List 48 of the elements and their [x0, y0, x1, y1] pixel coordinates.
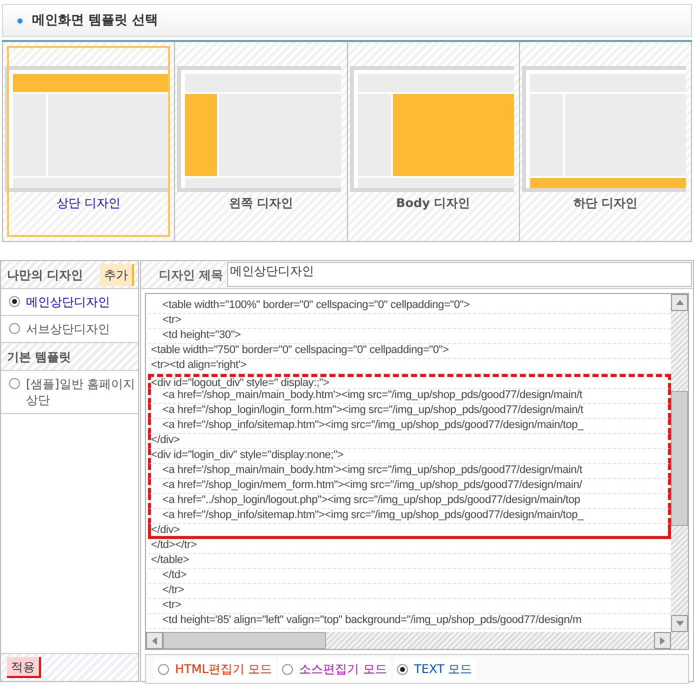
code-line: <table width="750" border="0" cellspacing="0" cellpadding="0"> — [148, 344, 671, 359]
apply-button[interactable]: 적용 — [7, 657, 41, 678]
radio-button[interactable] — [9, 296, 20, 307]
code-line: <td height='85' align="left" valign="top" background="/img_up/shop_pds/good77/design/m — [148, 614, 671, 629]
design-title-label: 디자인 제목 — [141, 261, 226, 288]
template-label[interactable]: 하단 디자인 — [573, 196, 638, 210]
code-line: </div> — [148, 524, 671, 539]
code-line: </table> — [148, 554, 671, 569]
radio-button[interactable] — [9, 323, 20, 334]
design-list-item[interactable]: [샘플]일반 홈페이지 상단 — [1, 371, 138, 414]
code-line: <tr> — [148, 314, 671, 329]
scroll-thumb[interactable] — [163, 632, 326, 649]
code-line: </td></tr> — [148, 539, 671, 554]
code-line: <td height="30"> — [148, 329, 671, 344]
header-title: 메인화면 템플릿 선택 — [32, 12, 158, 30]
radio-button[interactable] — [282, 664, 294, 674]
up-arrow-icon — [676, 300, 684, 305]
scroll-left-button[interactable] — [146, 632, 163, 649]
section-title: 나만의 디자인 — [7, 266, 84, 284]
scroll-down-button[interactable] — [671, 615, 688, 632]
template-label[interactable]: 왼쪽 디자인 — [228, 196, 293, 210]
bullet-icon — [15, 16, 25, 26]
template-label[interactable]: Body 디자인 — [396, 196, 470, 210]
code-line: <table width="100%" border="0" cellspacing="0" cellpadding="0"> — [148, 299, 671, 314]
scroll-up-button[interactable] — [671, 294, 688, 311]
down-arrow-icon — [676, 621, 684, 626]
radio-button[interactable] — [397, 664, 408, 674]
design-title-field[interactable]: 메인상단디자인 — [227, 262, 692, 287]
scroll-thumb[interactable] — [671, 391, 688, 526]
add-button[interactable]: 추가 — [100, 264, 134, 286]
left-arrow-icon — [152, 636, 157, 644]
radio-button[interactable] — [158, 664, 169, 674]
horizontal-scrollbar[interactable] — [146, 632, 688, 649]
mode-option[interactable]: TEXT 모드 — [393, 658, 476, 680]
code-line: </td> — [148, 569, 671, 584]
template-label[interactable]: 상단 디자인 — [56, 196, 121, 210]
code-line: <tr> — [148, 599, 671, 614]
section-title: 기본 템플릿 — [7, 348, 72, 366]
right-arrow-icon — [660, 636, 665, 644]
design-list-item[interactable]: 메인상단디자인 — [1, 289, 138, 316]
code-line: </tr> — [148, 584, 671, 599]
radio-button[interactable] — [9, 378, 20, 389]
vertical-scrollbar[interactable] — [671, 294, 688, 632]
mode-option[interactable]: 소스편집기 모드 — [278, 658, 392, 680]
scroll-right-button[interactable] — [654, 632, 671, 649]
code-editor[interactable] — [145, 293, 689, 650]
mode-option[interactable]: HTML편집기 모드 — [154, 658, 276, 680]
code-line: <tr><td align='right'> — [148, 359, 671, 374]
